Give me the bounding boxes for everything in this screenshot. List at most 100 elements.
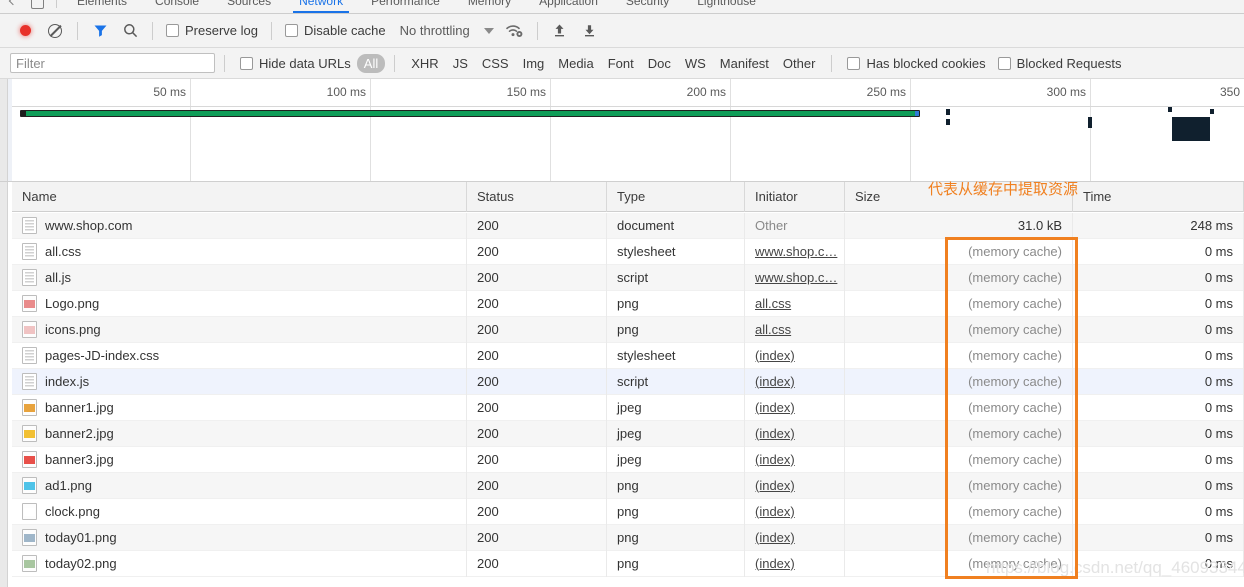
initiator-link[interactable]: (index) bbox=[755, 348, 795, 363]
column-header-time[interactable]: Time bbox=[1073, 182, 1244, 212]
type-filter-css[interactable]: CSS bbox=[475, 54, 516, 73]
type-filter-other[interactable]: Other bbox=[776, 54, 823, 73]
column-header-status[interactable]: Status bbox=[467, 182, 607, 212]
initiator-link[interactable]: www.shop.c… bbox=[755, 270, 837, 285]
overview-timeline[interactable]: 50 ms 100 ms 150 ms 200 ms 250 ms 300 ms 350 bbox=[12, 79, 1244, 181]
cell-time: 0 ms bbox=[1073, 342, 1244, 369]
initiator-link[interactable]: (index) bbox=[755, 400, 795, 415]
tab-lighthouse[interactable]: Lighthouse bbox=[683, 0, 770, 13]
tab-security[interactable]: Security bbox=[612, 0, 683, 13]
cell-status: 200 bbox=[467, 550, 607, 577]
tab-performance[interactable]: Performance bbox=[357, 0, 454, 13]
cell-initiator[interactable]: (index) bbox=[745, 446, 845, 473]
initiator-link[interactable]: (index) bbox=[755, 504, 795, 519]
tab-network[interactable]: Network bbox=[285, 0, 357, 13]
table-row[interactable]: index.js 200 script (index) (memory cache) 0 … bbox=[12, 368, 1244, 395]
initiator-link[interactable]: (index) bbox=[755, 452, 795, 467]
table-row[interactable]: ad1.png 200 png (index) (memory cache) 0 ms bbox=[12, 472, 1244, 499]
table-row[interactable]: banner1.jpg 200 jpeg (index) (memory cache) 0… bbox=[12, 394, 1244, 421]
preserve-log-checkbox[interactable]: Preserve log bbox=[160, 23, 264, 38]
initiator-link[interactable]: www.shop.c… bbox=[755, 244, 837, 259]
tab-application[interactable]: Application bbox=[525, 0, 612, 13]
filter-input[interactable] bbox=[10, 53, 215, 73]
tab-elements[interactable]: Elements bbox=[63, 0, 141, 13]
cell-time: 0 ms bbox=[1073, 420, 1244, 447]
cell-initiator[interactable]: (index) bbox=[745, 394, 845, 421]
type-filter-manifest[interactable]: Manifest bbox=[713, 54, 776, 73]
inspect-element-icon[interactable] bbox=[6, 0, 21, 9]
hide-data-urls-checkbox[interactable]: Hide data URLs bbox=[234, 56, 357, 71]
has-blocked-cookies-checkbox[interactable]: Has blocked cookies bbox=[841, 56, 991, 71]
record-button[interactable] bbox=[10, 16, 40, 46]
timeline-tick-label: 250 ms bbox=[866, 85, 906, 99]
initiator-link[interactable]: (index) bbox=[755, 478, 795, 493]
cell-initiator[interactable]: (index) bbox=[745, 550, 845, 577]
cell-size: (memory cache) bbox=[845, 342, 1073, 369]
cell-initiator[interactable]: all.css bbox=[745, 290, 845, 317]
cell-initiator[interactable]: (index) bbox=[745, 368, 845, 395]
cell-initiator[interactable]: (index) bbox=[745, 524, 845, 551]
cell-status: 200 bbox=[467, 342, 607, 369]
search-button[interactable] bbox=[115, 16, 145, 46]
type-filter-font[interactable]: Font bbox=[601, 54, 641, 73]
filter-toggle-button[interactable] bbox=[85, 16, 115, 46]
tab-console[interactable]: Console bbox=[141, 0, 213, 13]
cell-initiator[interactable]: (index) bbox=[745, 472, 845, 499]
table-row[interactable]: www.shop.com 200 document Other 31.0 kB 248 m… bbox=[12, 212, 1244, 239]
cell-time: 0 ms bbox=[1073, 394, 1244, 421]
type-filter-ws[interactable]: WS bbox=[678, 54, 713, 73]
cell-initiator[interactable]: www.shop.c… bbox=[745, 264, 845, 291]
bar-end-cap bbox=[915, 111, 919, 116]
table-row[interactable]: icons.png 200 png all.css (memory cache) 0 ms bbox=[12, 316, 1244, 343]
cell-initiator[interactable]: (index) bbox=[745, 342, 845, 369]
import-har-button[interactable] bbox=[545, 16, 575, 46]
cell-type: stylesheet bbox=[607, 342, 745, 369]
cell-initiator[interactable]: all.css bbox=[745, 316, 845, 343]
network-overview[interactable]: 50 ms 100 ms 150 ms 200 ms 250 ms 300 ms 350 bbox=[0, 79, 1244, 182]
type-filter-xhr[interactable]: XHR bbox=[404, 54, 445, 73]
initiator-link[interactable]: (index) bbox=[755, 426, 795, 441]
clear-button[interactable] bbox=[40, 16, 70, 46]
column-header-initiator[interactable]: Initiator bbox=[745, 182, 845, 212]
request-name-label: all.js bbox=[45, 269, 72, 285]
table-row[interactable]: banner2.jpg 200 jpeg (index) (memory cache) 0… bbox=[12, 420, 1244, 447]
cell-initiator[interactable]: (index) bbox=[745, 498, 845, 525]
table-row[interactable]: all.css 200 stylesheet www.shop.c… (memory c… bbox=[12, 238, 1244, 265]
table-row[interactable]: pages-JD-index.css 200 stylesheet (index) (m… bbox=[12, 342, 1244, 369]
type-filter-all[interactable]: All bbox=[356, 53, 386, 73]
tab-memory[interactable]: Memory bbox=[454, 0, 525, 13]
column-header-name[interactable]: Name bbox=[12, 182, 467, 212]
annotation-note-text: 代表从缓存中提取资源 bbox=[928, 180, 1079, 198]
disable-cache-checkbox[interactable]: Disable cache bbox=[279, 23, 392, 38]
cell-initiator[interactable]: (index) bbox=[745, 420, 845, 447]
column-header-type[interactable]: Type bbox=[607, 182, 745, 212]
table-row[interactable]: banner3.jpg 200 jpeg (index) (memory cache) 0… bbox=[12, 446, 1244, 473]
network-conditions-button[interactable] bbox=[500, 16, 530, 46]
type-filter-img[interactable]: Img bbox=[516, 54, 552, 73]
throttling-select[interactable]: No throttling bbox=[392, 23, 478, 38]
chevron-down-icon[interactable] bbox=[483, 27, 494, 34]
table-row[interactable]: today02.png 200 png (index) (memory cache) 0 … bbox=[12, 550, 1244, 577]
initiator-link[interactable]: all.css bbox=[755, 296, 791, 311]
initiator-link[interactable]: (index) bbox=[755, 530, 795, 545]
table-row[interactable]: today01.png 200 png (index) (memory cache) 0 … bbox=[12, 524, 1244, 551]
table-row[interactable]: clock.png 200 png (index) (memory cache) 0 ms bbox=[12, 498, 1244, 525]
type-filter-js[interactable]: JS bbox=[446, 54, 475, 73]
preserve-log-label: Preserve log bbox=[185, 23, 258, 38]
tab-sources[interactable]: Sources bbox=[213, 0, 285, 13]
table-row[interactable]: Logo.png 200 png all.css (memory cache) 0 ms bbox=[12, 290, 1244, 317]
cell-name: banner2.jpg bbox=[12, 420, 467, 447]
cell-time: 0 ms bbox=[1073, 368, 1244, 395]
initiator-link[interactable]: all.css bbox=[755, 322, 791, 337]
initiator-link[interactable]: (index) bbox=[755, 374, 795, 389]
initiator-link[interactable]: (index) bbox=[755, 556, 795, 571]
blocked-requests-checkbox[interactable]: Blocked Requests bbox=[992, 56, 1128, 71]
cell-initiator[interactable]: www.shop.c… bbox=[745, 238, 845, 265]
device-toolbar-icon[interactable] bbox=[31, 0, 44, 9]
table-row[interactable]: all.js 200 script www.shop.c… (memory cache)… bbox=[12, 264, 1244, 291]
document-icon bbox=[22, 243, 37, 260]
type-filter-doc[interactable]: Doc bbox=[641, 54, 678, 73]
export-har-button[interactable] bbox=[575, 16, 605, 46]
type-filter-media[interactable]: Media bbox=[551, 54, 600, 73]
document-icon bbox=[22, 373, 37, 390]
